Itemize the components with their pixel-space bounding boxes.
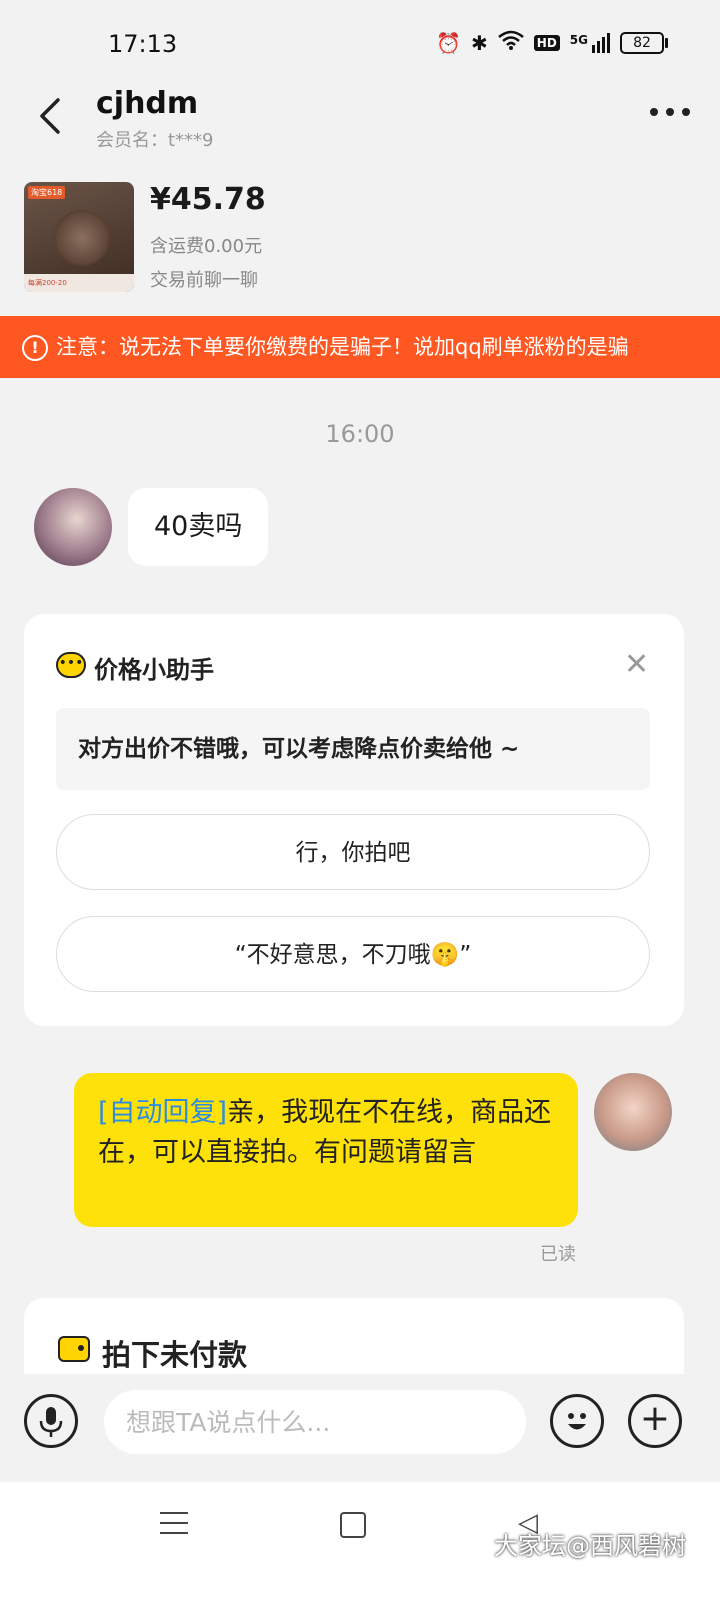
watermark: 大家坛@西风碧树 xyxy=(494,1532,686,1560)
close-icon[interactable]: ✕ xyxy=(624,650,649,680)
smiley-icon xyxy=(568,1413,586,1430)
quick-reply-accept[interactable]: 行，你拍吧 xyxy=(56,814,650,890)
dot xyxy=(666,108,674,116)
read-status: 已读 xyxy=(540,1244,576,1265)
emoji-button[interactable] xyxy=(550,1394,604,1448)
hd-icon: HD xyxy=(533,34,560,51)
menu-icon[interactable] xyxy=(160,1512,188,1542)
plus-icon[interactable]: + xyxy=(628,1394,682,1448)
dot xyxy=(682,108,690,116)
voice-button[interactable] xyxy=(24,1394,78,1448)
assistant-tip: 对方出价不错哦，可以考虑降点价卖给他 ~ xyxy=(56,708,650,790)
seller-message[interactable]: [自动回复]亲，我现在不在线，商品还在，可以直接拍。有问题请留言 xyxy=(74,1073,578,1227)
chat-timestamp: 16:00 xyxy=(325,420,395,448)
wifi-icon xyxy=(497,30,524,55)
home-icon[interactable] xyxy=(340,1512,366,1538)
alarm-icon: ⏰ xyxy=(436,30,462,55)
warning-banner: ! 注意：说无法下单要你缴费的是骗子！说加qq刷单涨粉的是骗 xyxy=(0,316,720,378)
product-price: ¥45.78 xyxy=(150,182,266,217)
member-name: 会员名：t***9 xyxy=(96,130,214,151)
message-input[interactable] xyxy=(104,1390,526,1454)
chat-before-trade: 交易前聊一聊 xyxy=(150,270,258,291)
quick-reply-decline[interactable]: “不好意思，不刀哦🤫” xyxy=(56,916,650,992)
auto-reply-tag: [自动回复] xyxy=(98,1097,228,1128)
bluetooth-icon: ✱ xyxy=(471,30,488,55)
more-options-button[interactable] xyxy=(650,108,690,116)
status-time: 17:13 xyxy=(108,30,178,58)
battery-icon: 82 xyxy=(620,31,668,54)
chevron-left-icon xyxy=(40,98,60,134)
seller-avatar[interactable] xyxy=(594,1073,672,1151)
assistant-title: 价格小助手 xyxy=(94,656,214,684)
product-image xyxy=(54,210,110,266)
product-promo: 每满200-20 xyxy=(24,274,134,292)
shipping-info: 含运费0.00元 xyxy=(150,236,263,257)
wallet-icon xyxy=(58,1336,90,1362)
alert-icon: ! xyxy=(22,335,48,361)
dot xyxy=(650,108,658,116)
warning-text: 注意：说无法下单要你缴费的是骗子！说加qq刷单涨粉的是骗 xyxy=(56,335,629,359)
unpaid-title: 拍下未付款 xyxy=(102,1338,248,1372)
microphone-icon xyxy=(39,1407,63,1437)
buyer-avatar[interactable] xyxy=(34,488,112,566)
status-icons: ⏰ ✱ HD 5G 82 xyxy=(436,30,668,55)
product-tag: 淘宝618 xyxy=(28,186,66,199)
buyer-message[interactable]: 40卖吗 xyxy=(128,488,269,566)
back-button[interactable] xyxy=(34,96,74,136)
product-thumbnail[interactable]: 淘宝618 每满200-20 xyxy=(24,182,134,292)
chat-bubble-icon: ••• xyxy=(56,652,86,678)
chat-title: cjhdm xyxy=(96,86,199,121)
signal-icon: 5G xyxy=(570,32,610,53)
